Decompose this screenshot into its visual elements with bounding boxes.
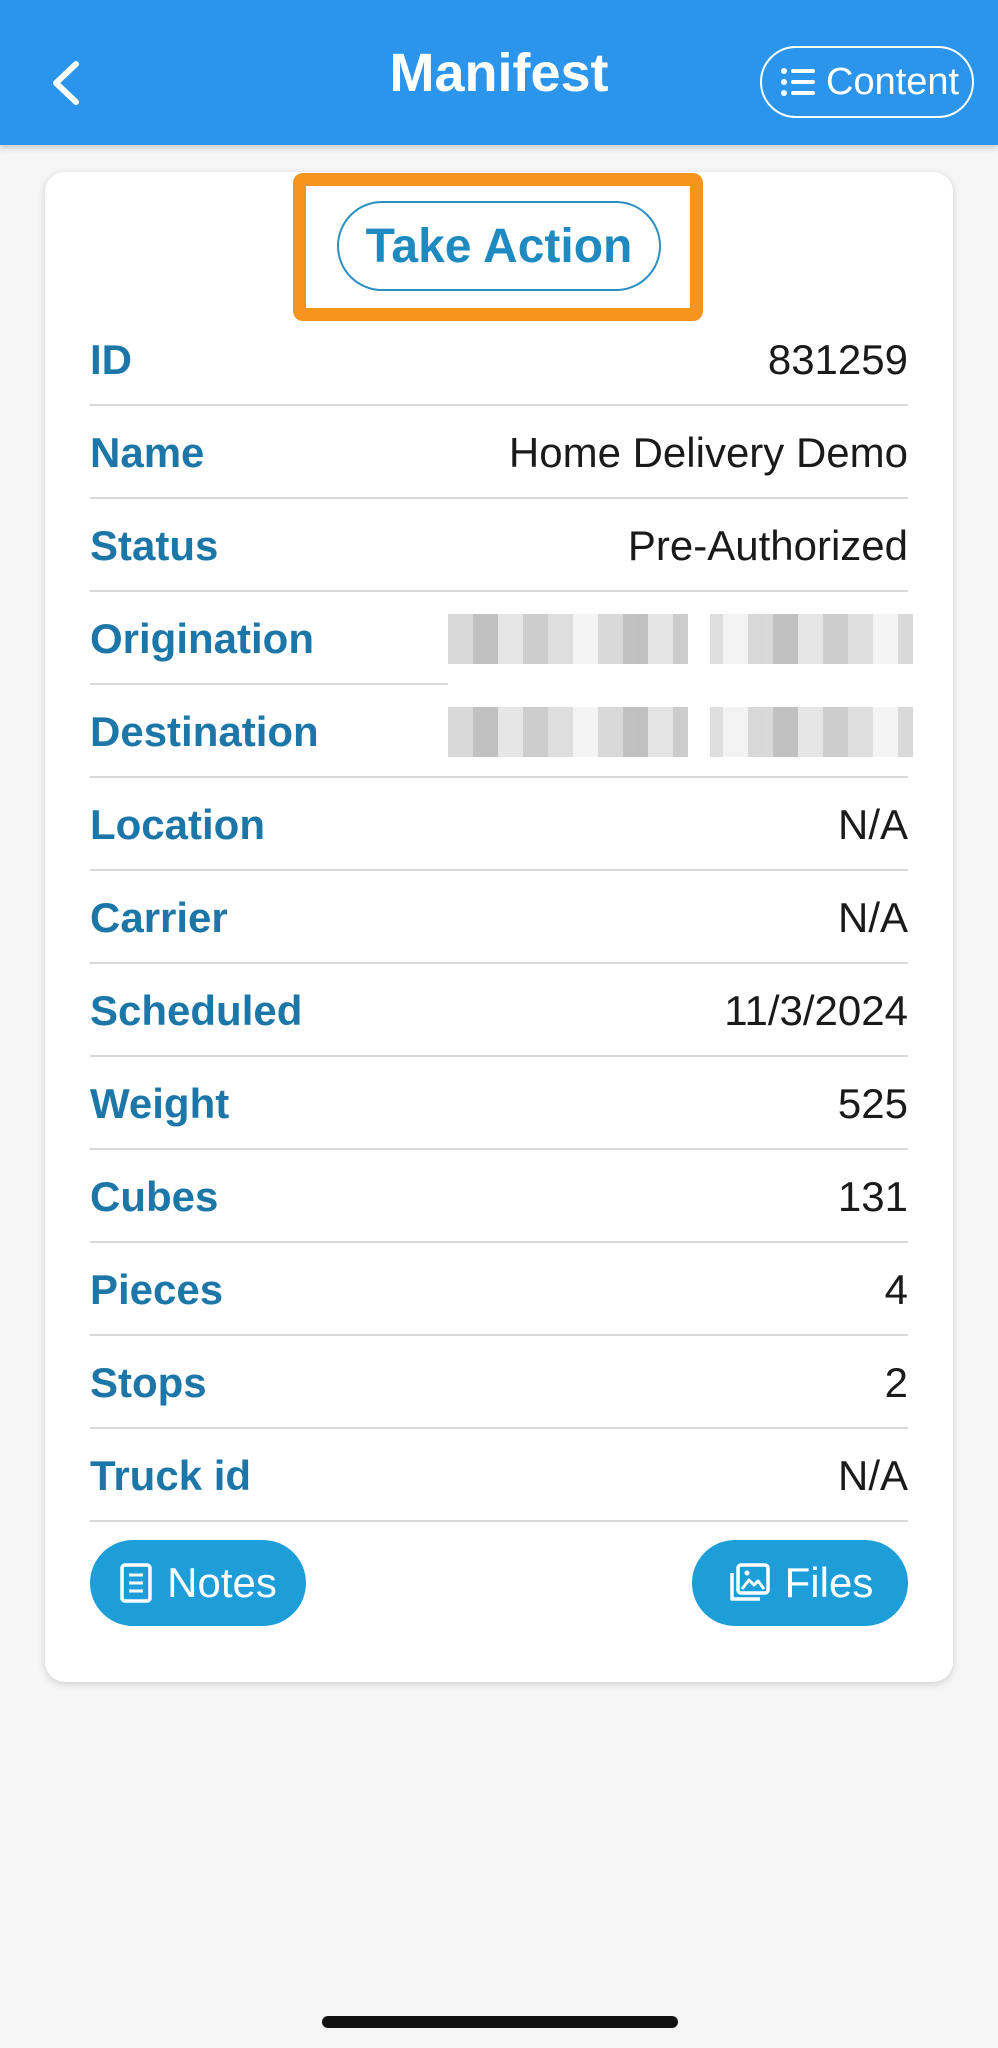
detail-value: N/A <box>837 1451 908 1499</box>
notes-button[interactable]: Notes <box>90 1540 306 1626</box>
detail-label: Origination <box>90 614 314 662</box>
files-button[interactable]: Files <box>692 1540 908 1626</box>
content-button[interactable]: Content <box>760 46 974 118</box>
detail-row-weight: Weight 525 <box>90 1057 908 1150</box>
image-gallery-icon <box>729 1563 770 1601</box>
detail-value: N/A <box>837 800 908 848</box>
detail-label: ID <box>90 335 132 383</box>
app-header: Manifest Content <box>0 0 998 145</box>
detail-label: Weight <box>90 1079 230 1127</box>
detail-value: 525 <box>837 1079 908 1127</box>
detail-value: Home Delivery Demo <box>508 428 908 476</box>
notes-button-label: Notes <box>167 1559 277 1606</box>
redacted-value <box>448 613 913 664</box>
detail-row-scheduled: Scheduled 11/3/2024 <box>90 964 908 1057</box>
detail-value: 131 <box>837 1172 908 1220</box>
detail-row-pieces: Pieces 4 <box>90 1243 908 1336</box>
detail-label: Scheduled <box>90 986 303 1034</box>
files-button-label: Files <box>784 1559 874 1606</box>
detail-label: Pieces <box>90 1265 224 1313</box>
detail-label: Truck id <box>90 1451 252 1499</box>
back-button[interactable] <box>40 48 90 118</box>
document-icon <box>120 1563 152 1603</box>
detail-label: Name <box>90 428 205 476</box>
detail-label: Location <box>90 800 265 848</box>
list-icon <box>780 66 816 98</box>
detail-row-id: ID 831259 <box>90 313 908 406</box>
redacted-value <box>448 706 913 757</box>
take-action-button[interactable]: Take Action <box>337 201 661 291</box>
detail-row-cubes: Cubes 131 <box>90 1150 908 1243</box>
detail-value: N/A <box>837 893 908 941</box>
home-indicator <box>322 2016 678 2028</box>
detail-row-origination: Origination <box>90 592 913 685</box>
detail-label: Stops <box>90 1358 207 1406</box>
detail-row-name: Name Home Delivery Demo <box>90 406 908 499</box>
manifest-details: ID 831259 Name Home Delivery Demo Status… <box>90 313 913 1522</box>
detail-row-stops: Stops 2 <box>90 1336 908 1429</box>
detail-value: 11/3/2024 <box>724 986 908 1034</box>
detail-row-status: Status Pre-Authorized <box>90 499 908 592</box>
detail-value: 2 <box>884 1358 908 1406</box>
chevron-left-icon <box>53 61 79 105</box>
detail-label: Cubes <box>90 1172 219 1220</box>
detail-value: Pre-Authorized <box>627 521 908 569</box>
detail-value: 4 <box>884 1265 908 1313</box>
detail-row-truck-id: Truck id N/A <box>90 1429 908 1522</box>
detail-row-destination: Destination <box>90 685 913 778</box>
detail-row-location: Location N/A <box>90 778 908 871</box>
content-button-label: Content <box>826 60 960 103</box>
detail-label: Carrier <box>90 893 228 941</box>
detail-row-carrier: Carrier N/A <box>90 871 908 964</box>
detail-value: 831259 <box>767 335 908 383</box>
detail-label: Destination <box>90 707 319 755</box>
detail-label: Status <box>90 521 219 569</box>
